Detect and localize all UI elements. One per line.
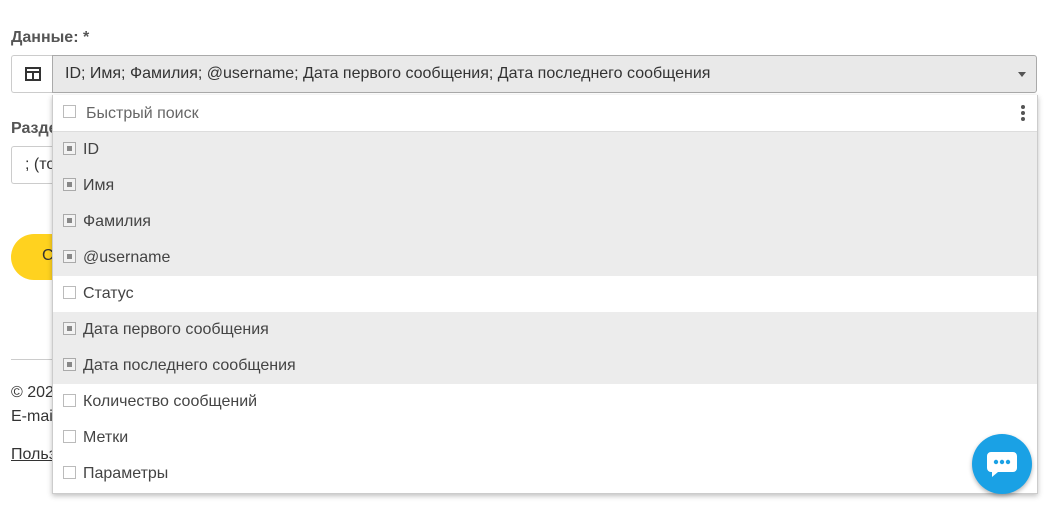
option-item[interactable]: @username — [53, 240, 1037, 276]
option-item[interactable]: Дата последнего сообщения — [53, 348, 1037, 384]
option-label: @username — [83, 249, 171, 266]
option-label: Статус — [83, 285, 134, 302]
footer-copyright: © 202 — [11, 384, 54, 401]
more-vertical-icon[interactable] — [1020, 105, 1026, 121]
chevron-down-icon — [1018, 72, 1026, 77]
separator-field-label: Разде — [11, 120, 58, 137]
option-checkbox[interactable] — [63, 286, 76, 299]
option-checkbox[interactable] — [63, 466, 76, 479]
option-label: ID — [83, 141, 99, 158]
option-item[interactable]: Имя — [53, 168, 1037, 204]
option-checkbox[interactable] — [63, 358, 76, 371]
data-field-label: Данные: * — [11, 29, 90, 46]
quick-search-input[interactable] — [84, 103, 988, 125]
option-item[interactable]: Статус — [53, 276, 1037, 312]
option-label: Имя — [83, 177, 115, 194]
footer-email: E-mai — [11, 408, 53, 425]
option-checkbox[interactable] — [63, 430, 76, 443]
option-item[interactable]: ID — [53, 132, 1037, 168]
option-item[interactable]: Количество сообщений — [53, 384, 1037, 420]
option-item[interactable]: Параметры — [53, 456, 1037, 492]
option-label: Метки — [83, 429, 129, 446]
option-label: Количество сообщений — [83, 393, 258, 410]
option-checkbox[interactable] — [63, 214, 76, 227]
separator-input-value: ; (то — [25, 156, 56, 173]
option-label: Дата первого сообщения — [83, 321, 269, 338]
option-checkbox[interactable] — [63, 142, 76, 155]
chat-icon[interactable] — [972, 434, 1032, 494]
option-checkbox[interactable] — [63, 322, 76, 335]
option-list: ID Имя Фамилия @username Статус Дата первого … — [53, 132, 1037, 492]
option-item[interactable]: Фамилия — [53, 204, 1037, 240]
option-label: Параметры — [83, 465, 169, 482]
option-label: Дата последнего сообщения — [83, 357, 296, 374]
option-item[interactable]: Метки — [53, 420, 1037, 456]
quick-search-row — [53, 95, 1037, 132]
option-item[interactable]: Дата первого сообщения — [53, 312, 1037, 348]
columns-icon — [11, 55, 53, 93]
option-checkbox[interactable] — [63, 394, 76, 407]
option-checkbox[interactable] — [63, 178, 76, 191]
data-select-group: ID; Имя; Фамилия; @username; Дата первог… — [11, 55, 1037, 93]
data-select-dropdown: ID Имя Фамилия @username Статус Дата первого … — [52, 95, 1038, 494]
option-label: Фамилия — [83, 213, 151, 230]
footer-user-agreement-link[interactable]: Польз — [11, 446, 56, 464]
select-all-checkbox[interactable] — [63, 105, 76, 118]
data-select-value: ID; Имя; Фамилия; @username; Дата первог… — [65, 65, 711, 82]
option-checkbox[interactable] — [63, 250, 76, 263]
data-select[interactable]: ID; Имя; Фамилия; @username; Дата первог… — [52, 55, 1037, 93]
